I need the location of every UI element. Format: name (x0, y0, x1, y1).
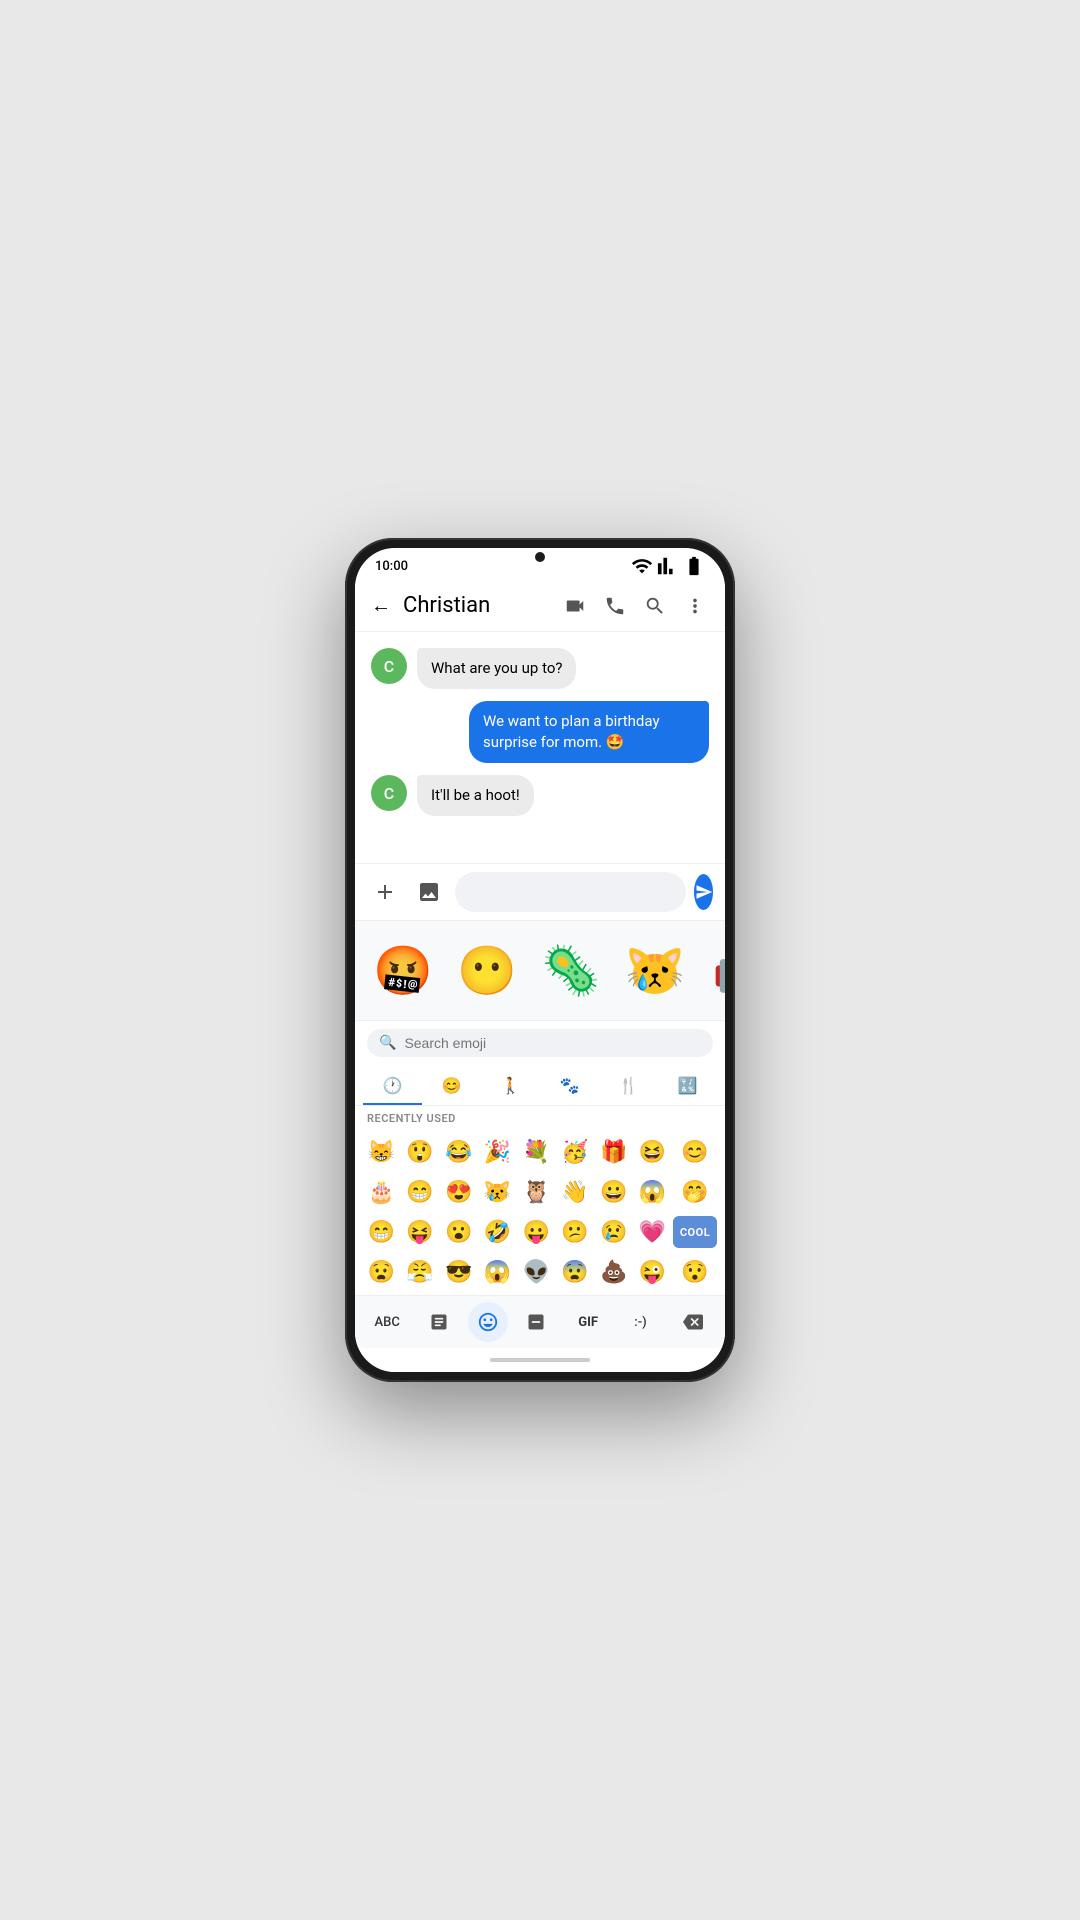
emoji-cell[interactable]: 🤭 (673, 1173, 717, 1211)
emoji-cell[interactable]: 😢 (596, 1213, 633, 1251)
emoji-keyboard: 🔍 🕐 😊 🚶 🐾 🍴 🔣 RECENTLY USED (355, 1020, 725, 1348)
emoji-cell[interactable]: 😝 (402, 1213, 439, 1251)
message-bubble-sent-1: We want to plan a birthday surprise for … (469, 701, 709, 763)
kb-gif-button[interactable]: GIF (564, 1302, 612, 1342)
kb-emoticon-button[interactable]: :-) (616, 1302, 664, 1342)
emoji-category-bar: 🕐 😊 🚶 🐾 🍴 🔣 (355, 1065, 725, 1106)
sticker-cursing[interactable]: 🤬 (363, 931, 443, 1011)
emoji-search-bar: 🔍 (355, 1021, 725, 1065)
wifi-icon (631, 555, 653, 577)
emoji-cell[interactable]: 😿 (479, 1173, 516, 1211)
emoji-cell[interactable]: 😁 (363, 1213, 400, 1251)
emoji-cell[interactable]: 🎁 (596, 1133, 633, 1171)
kb-emoji-button[interactable] (468, 1302, 508, 1342)
emoji-cell[interactable]: 😱 (479, 1253, 516, 1291)
emoji-cat-people[interactable]: 🚶 (481, 1065, 540, 1105)
back-button[interactable]: ← (367, 589, 395, 622)
avatar-christian-1: C (371, 648, 407, 684)
signal-icon (657, 555, 679, 577)
emoji-cell[interactable]: 😁 (402, 1173, 439, 1211)
emoji-cell[interactable]: 😍 (441, 1173, 478, 1211)
message-bubble-received-2: It'll be a hoot! (417, 775, 534, 816)
sticker-germ[interactable]: 🦠 (531, 931, 611, 1011)
kb-abc-button[interactable]: ABC (363, 1302, 411, 1342)
home-indicator (355, 1348, 725, 1372)
sticker-row: 🤬 😶 🦠 😿 🤖 (355, 920, 725, 1020)
emoji-search-icon: 🔍 (379, 1035, 396, 1051)
message-bubble-received-1: What are you up to? (417, 648, 576, 689)
emoji-cat-recent[interactable]: 🕐 (363, 1065, 422, 1105)
emoji-cat-food[interactable]: 🍴 (599, 1065, 658, 1105)
emoji-cell[interactable]: 😊 (673, 1133, 717, 1171)
add-button[interactable] (367, 874, 403, 910)
app-bar: ← Christian (355, 580, 725, 632)
gallery-button[interactable] (411, 874, 447, 910)
emoji-cell[interactable]: 🎂 (363, 1173, 400, 1211)
phone-call-button[interactable] (597, 588, 633, 624)
emoji-cell[interactable]: 😤 (402, 1253, 439, 1291)
more-options-button[interactable] (677, 588, 713, 624)
search-button[interactable] (637, 588, 673, 624)
emoji-cell[interactable]: 🤣 (479, 1213, 516, 1251)
avatar-christian-2: C (371, 775, 407, 811)
sticker-blank[interactable]: 😶 (447, 931, 527, 1011)
chat-area: C What are you up to? We want to plan a … (355, 632, 725, 863)
emoji-cell[interactable]: 👽 (518, 1253, 555, 1291)
emoji-cell[interactable]: 🥳 (557, 1133, 594, 1171)
send-button[interactable] (694, 874, 713, 910)
emoji-cell[interactable]: 💐 (518, 1133, 555, 1171)
contact-name: Christian (403, 593, 557, 618)
cool-badge: COOL (673, 1216, 717, 1248)
keyboard-bottom-bar: ABC GIF :-) (355, 1295, 725, 1348)
emoji-cell[interactable]: 😀 (596, 1173, 633, 1211)
emoji-cell[interactable]: 😛 (518, 1213, 555, 1251)
battery-icon (683, 555, 705, 577)
kb-sticker-button[interactable] (415, 1302, 463, 1342)
emoji-cell[interactable]: 😨 (557, 1253, 594, 1291)
cool-badge-cell[interactable]: COOL (673, 1213, 717, 1251)
emoji-cat-smileys[interactable]: 😊 (422, 1065, 481, 1105)
message-row-received-2: C It'll be a hoot! (371, 775, 709, 816)
emoji-cell[interactable]: 😲 (402, 1133, 439, 1171)
emoji-cell[interactable]: 😂 (441, 1133, 478, 1171)
emoji-cell[interactable]: 😸 (363, 1133, 400, 1171)
emoji-cell[interactable]: 😕 (557, 1213, 594, 1251)
emoji-cell[interactable]: 🦉 (518, 1173, 555, 1211)
kb-meme-button[interactable] (512, 1302, 560, 1342)
app-bar-actions (557, 588, 713, 624)
emoji-cell[interactable]: 💩 (596, 1253, 633, 1291)
emoji-cell[interactable]: 😱 (634, 1173, 671, 1211)
emoji-cell[interactable]: 😮 (441, 1213, 478, 1251)
emoji-cell[interactable]: 😆 (634, 1133, 671, 1171)
emoji-cell[interactable]: 😧 (363, 1253, 400, 1291)
emoji-search-input[interactable] (404, 1035, 701, 1051)
sticker-sad[interactable]: 😿 (615, 931, 695, 1011)
emoji-cell[interactable]: 😎 (441, 1253, 478, 1291)
phone-frame: 10:00 ← Christian (345, 538, 735, 1382)
emoji-cell[interactable]: 😯 (673, 1253, 717, 1291)
status-time: 10:00 (375, 559, 408, 574)
kb-delete-button[interactable] (669, 1302, 717, 1342)
video-call-button[interactable] (557, 588, 593, 624)
message-row-received-1: C What are you up to? (371, 648, 709, 689)
message-row-sent-1: We want to plan a birthday surprise for … (371, 701, 709, 763)
emoji-cat-symbols[interactable]: 🔣 (658, 1065, 717, 1105)
sticker-robot[interactable]: 🤖 (699, 931, 725, 1011)
emoji-cat-animals[interactable]: 🐾 (540, 1065, 599, 1105)
emoji-cell[interactable]: 💗 (634, 1213, 671, 1251)
emoji-cell[interactable]: 😜 (634, 1253, 671, 1291)
emoji-cell[interactable]: 👋 (557, 1173, 594, 1211)
camera-dot (535, 552, 545, 562)
input-area (355, 863, 725, 920)
emoji-grid: 😸 😲 😂 🎉 💐 🥳 🎁 😆 😊 🎂 😁 😍 😿 🦉 👋 😀 😱 🤭 (355, 1129, 725, 1295)
message-input[interactable] (455, 872, 686, 912)
home-bar (490, 1358, 590, 1362)
emoji-cell[interactable]: 🎉 (479, 1133, 516, 1171)
phone-screen: 10:00 ← Christian (355, 548, 725, 1372)
status-icons (631, 555, 705, 577)
emoji-search-wrap: 🔍 (367, 1029, 713, 1057)
emoji-section-label: RECENTLY USED (355, 1106, 725, 1129)
